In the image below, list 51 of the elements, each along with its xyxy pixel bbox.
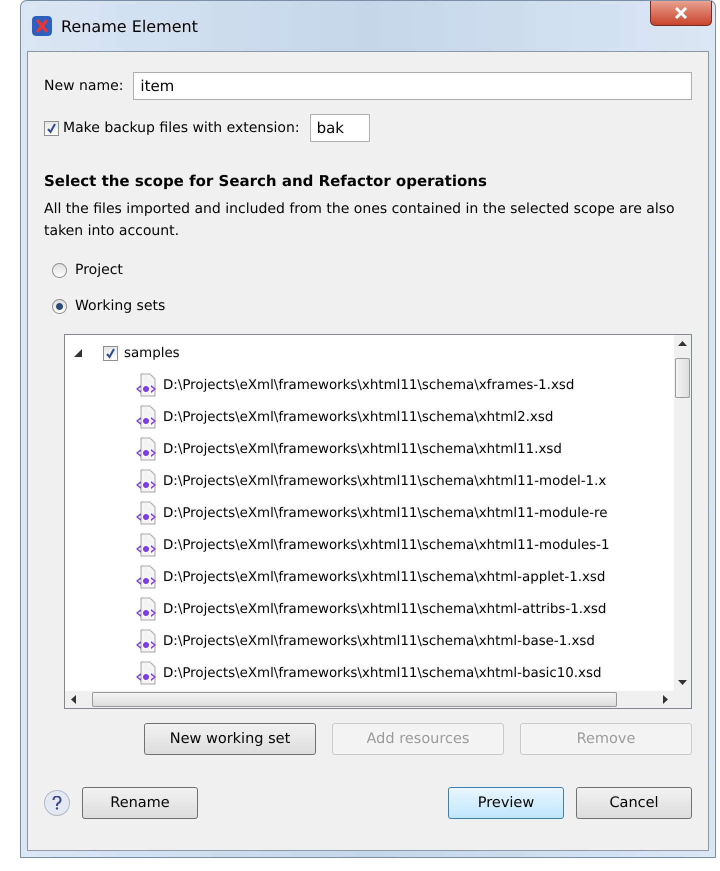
extension-field[interactable]: bak	[310, 114, 370, 142]
xsd-file-icon	[135, 661, 157, 685]
xsd-file-icon	[135, 565, 157, 589]
tree-item[interactable]: D:\Projects\eXml\frameworks\xhtml11\schema\xhtml2.xsd	[163, 410, 554, 424]
window-title: Rename Element	[61, 16, 198, 36]
xsd-file-icon	[135, 469, 157, 493]
xsd-file-icon	[135, 533, 157, 557]
scrollbar-thumb[interactable]	[675, 358, 690, 398]
vertical-scrollbar[interactable]	[674, 335, 691, 691]
preview-button[interactable]: Preview	[448, 787, 564, 819]
scope-heading: Select the scope for Search and Refactor operations	[44, 172, 488, 190]
up-arrow-icon[interactable]	[678, 341, 687, 346]
tree-item[interactable]: D:\Projects\eXml\frameworks\xhtml11\schema\xhtml-base-1.xsd	[163, 634, 595, 648]
tree-item[interactable]: D:\Projects\eXml\frameworks\xhtml11\schema\xhtml11-module-re	[163, 506, 608, 520]
right-arrow-icon[interactable]	[663, 695, 668, 704]
scope-description: All the files imported and included from the ones contained in the selected scope are also taken into account.	[44, 200, 676, 241]
app-logo-icon	[31, 15, 53, 37]
xsd-file-icon	[135, 501, 157, 525]
horizontal-scrollbar[interactable]	[65, 691, 674, 708]
xsd-file-icon	[135, 597, 157, 621]
cancel-button[interactable]: Cancel	[576, 787, 692, 819]
tree-item[interactable]: D:\Projects\eXml\frameworks\xhtml11\schema\xhtml11-modules-1	[163, 538, 610, 552]
radio-button[interactable]	[52, 298, 67, 314]
down-arrow-icon[interactable]	[678, 680, 687, 685]
tree-checkbox[interactable]	[103, 346, 118, 360]
tree-item[interactable]: D:\Projects\eXml\frameworks\xhtml11\schema\xhtml-applet-1.xsd	[163, 570, 606, 584]
rename-button[interactable]: Rename	[82, 787, 198, 819]
tree-item[interactable]: D:\Projects\eXml\frameworks\xhtml11\schema\xhtml-attribs-1.xsd	[163, 602, 606, 616]
close-icon[interactable]	[674, 7, 688, 19]
scrollbar-thumb[interactable]	[92, 692, 617, 707]
xsd-file-icon	[135, 437, 157, 461]
tree-item[interactable]: D:\Projects\eXml\frameworks\xhtml11\schema\xframes-1.xsd	[163, 378, 574, 392]
radio-label: Working sets	[75, 298, 166, 314]
new-name-field[interactable]: item	[133, 72, 692, 100]
new-name-label: New name:	[44, 78, 124, 94]
tree-item[interactable]: D:\Projects\eXml\frameworks\xhtml11\schema\xhtml-basic10.xsd	[163, 666, 602, 680]
new-working-set-button[interactable]: New working set	[144, 723, 316, 755]
backup-checkbox[interactable]	[44, 120, 59, 136]
backup-label: Make backup files with extension:	[63, 120, 300, 136]
help-icon[interactable]	[44, 790, 70, 816]
expander-icon[interactable]	[73, 348, 83, 358]
radio-label: Project	[75, 262, 123, 278]
radio-button[interactable]	[52, 262, 67, 278]
tree-item[interactable]: samples	[124, 346, 180, 360]
xsd-file-icon	[135, 405, 157, 429]
tree-item[interactable]: D:\Projects\eXml\frameworks\xhtml11\schema\xhtml11-model-1.x	[163, 474, 606, 488]
xsd-file-icon	[135, 629, 157, 653]
tree-item[interactable]: D:\Projects\eXml\frameworks\xhtml11\schema\xhtml11.xsd	[163, 442, 562, 456]
xsd-file-icon	[135, 373, 157, 397]
left-arrow-icon[interactable]	[71, 695, 76, 704]
close-button[interactable]	[650, 1, 712, 26]
